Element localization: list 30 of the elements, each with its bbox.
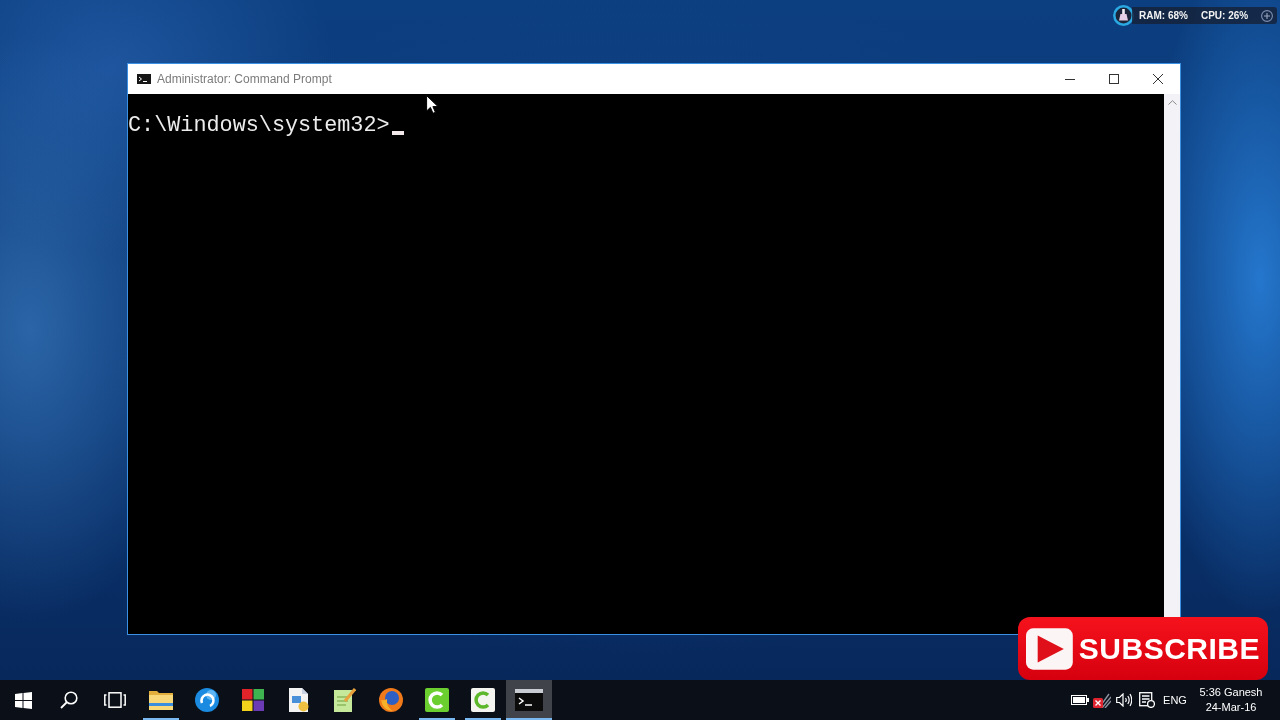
search-icon (60, 691, 78, 709)
caret-up-icon (1167, 100, 1177, 105)
close-icon (1153, 74, 1163, 84)
play-tile-icon (1026, 625, 1073, 672)
folder-icon (149, 690, 173, 710)
minimize-icon (1065, 78, 1075, 80)
console-icon (515, 689, 543, 711)
plus-circle-icon (1261, 9, 1274, 22)
ram-usage: RAM: 68% (1139, 10, 1188, 21)
console-line: C:\Windows\system32> (128, 113, 390, 139)
speaker-icon (1116, 693, 1132, 707)
document-shapes-icon (289, 688, 309, 712)
arc-tile-icon (425, 688, 449, 712)
taskbar-app-button[interactable] (506, 680, 552, 720)
arc-tile-icon (471, 688, 495, 712)
cpu-usage: CPU: 26% (1200, 10, 1249, 21)
language-indicator[interactable]: ENG (1159, 680, 1191, 720)
tiles-icon (242, 689, 264, 711)
window-title: Administrator: Command Prompt (157, 72, 332, 86)
windows-logo-icon (14, 691, 32, 709)
swirl-circle-icon (195, 688, 219, 712)
maximize-icon (1109, 74, 1119, 84)
battery-icon (1071, 695, 1089, 705)
subscribe-button[interactable]: SUBSCRIBE (1018, 617, 1268, 680)
notification-icon (1139, 692, 1155, 708)
clock-button[interactable]: 5:36 Ganesh 24-Mar-16 (1194, 680, 1268, 720)
globe-icon (379, 688, 403, 712)
notepad-pencil-icon (334, 688, 356, 712)
console-icon (137, 74, 151, 84)
task-view-icon (104, 692, 126, 708)
